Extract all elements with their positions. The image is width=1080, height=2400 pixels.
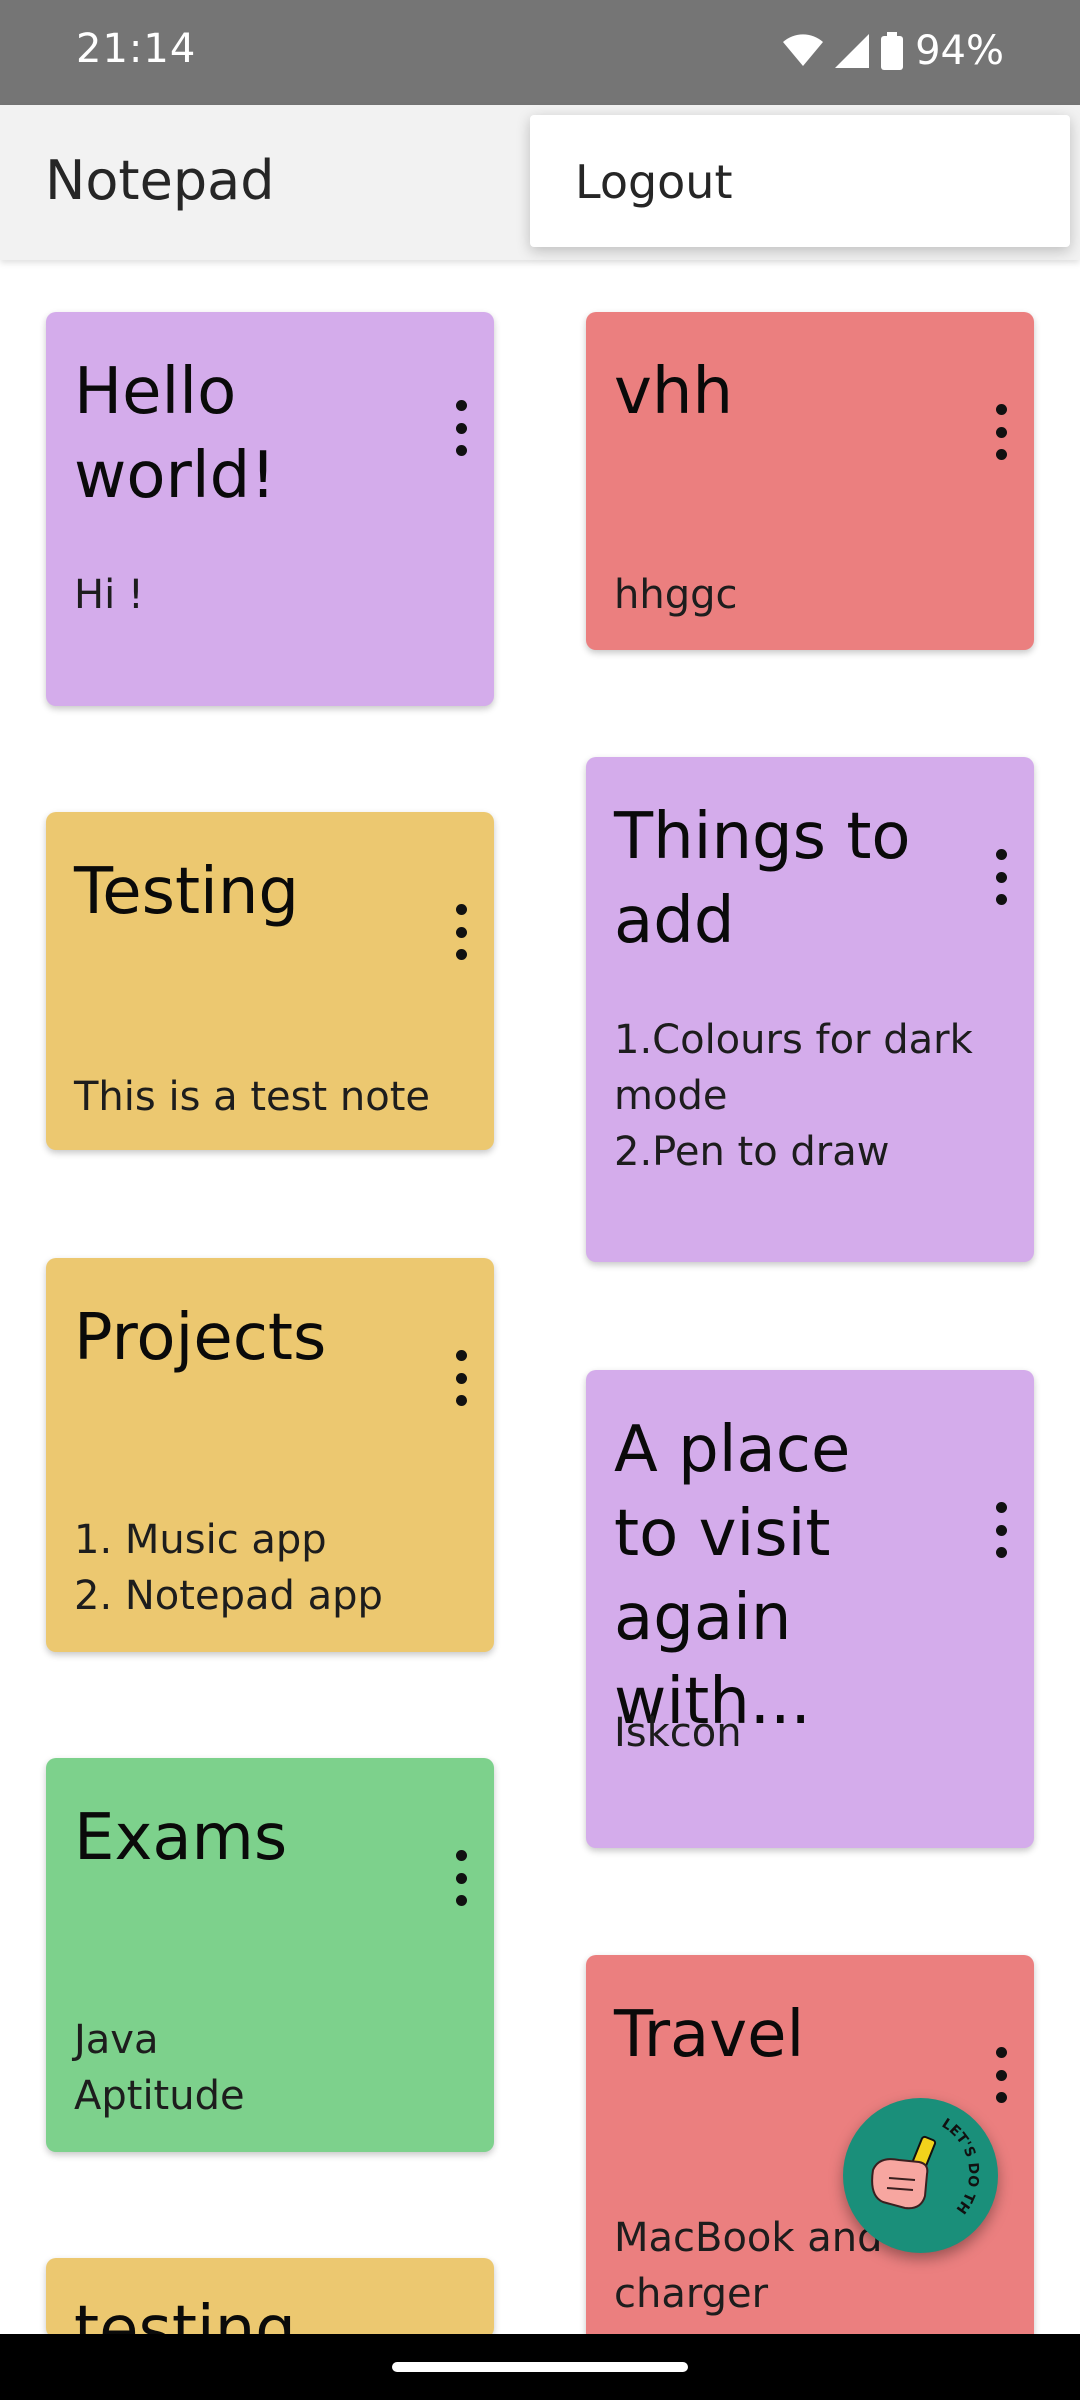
more-options-icon[interactable]	[446, 1350, 476, 1406]
more-options-icon[interactable]	[446, 400, 476, 456]
note-title: Testing	[74, 855, 299, 929]
note-body: This is a test note	[74, 1074, 430, 1120]
status-bar: 21:14 94%	[0, 0, 1080, 105]
note-card[interactable]: A place to visit again with... Iskcon	[586, 1370, 1034, 1848]
note-body: 1.Colours for dark mode 2.Pen to draw	[614, 1017, 973, 1175]
note-card[interactable]: Testing This is a test note	[46, 812, 494, 1150]
note-title: Hello world!	[74, 355, 276, 513]
note-title: Things to add	[614, 800, 911, 958]
note-title: Projects	[74, 1301, 327, 1375]
more-options-icon[interactable]	[986, 849, 1016, 905]
app-title: Notepad	[45, 149, 275, 212]
more-options-icon[interactable]	[986, 2047, 1016, 2103]
navigation-bar	[0, 2334, 1080, 2400]
note-card[interactable]: Hello world! Hi !	[46, 312, 494, 706]
note-body: 1. Music app 2. Notepad app	[74, 1517, 383, 1619]
note-body: Iskcon	[614, 1710, 742, 1756]
note-body: Hi !	[74, 572, 144, 618]
more-options-icon[interactable]	[986, 404, 1016, 460]
more-options-icon[interactable]	[446, 904, 476, 960]
more-options-icon[interactable]	[446, 1850, 476, 1906]
note-card[interactable]: Things to add 1.Colours for dark mode 2.…	[586, 757, 1034, 1262]
battery-percentage: 94%	[915, 28, 1004, 74]
more-options-icon[interactable]	[986, 1502, 1016, 1558]
note-title: vhh	[614, 355, 733, 429]
home-gesture-handle[interactable]	[392, 2362, 688, 2372]
note-title: A place to visit again with...	[614, 1413, 851, 1739]
note-title: Exams	[74, 1801, 288, 1875]
note-card[interactable]: Projects 1. Music app 2. Notepad app	[46, 1258, 494, 1652]
note-card[interactable]: testing	[46, 2258, 494, 2338]
note-body: Java Aptitude	[74, 2017, 245, 2119]
wifi-icon	[783, 34, 824, 66]
status-time: 21:14	[76, 26, 197, 72]
note-card[interactable]: Exams Java Aptitude	[46, 1758, 494, 2152]
status-icons: 94%	[783, 28, 1004, 74]
hand-pencil-icon: LET'S DO THIS	[838, 2086, 982, 2217]
note-title: testing	[74, 2293, 296, 2338]
logout-menu-item[interactable]: Logout	[575, 155, 733, 209]
battery-icon	[881, 32, 904, 70]
note-card[interactable]: vhh hhggc	[586, 312, 1034, 650]
note-body: hhggc	[614, 572, 738, 618]
add-note-button[interactable]: LET'S DO THIS	[838, 2086, 998, 2253]
overflow-menu: Logout	[530, 115, 1070, 247]
signal-icon	[835, 34, 870, 68]
note-title: Travel	[614, 1998, 805, 2072]
